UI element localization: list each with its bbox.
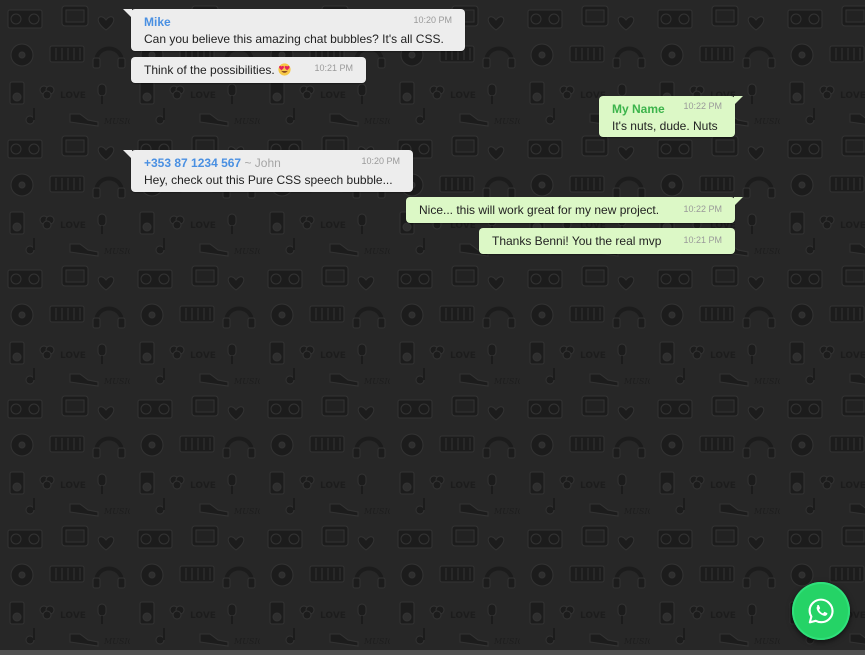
- message-text: Nice... this will work great for my new …: [419, 203, 660, 217]
- smiling-face-with-heart-eyes-icon: [278, 63, 291, 76]
- message-time: 10:21 PM: [683, 235, 722, 245]
- message-text: It's nuts, dude. Nuts: [612, 119, 718, 133]
- bottom-edge: [0, 650, 865, 655]
- message-time: 10:21 PM: [314, 63, 353, 73]
- sender-phone-number: +353 87 1234 567: [144, 156, 242, 170]
- message-text: Hey, check out this Pure CSS speech bubb…: [144, 173, 393, 187]
- message-bubble-incoming[interactable]: +353 87 1234 567 ~ John Hey, check out t…: [123, 150, 413, 192]
- message-bubble-incoming[interactable]: Think of the possibilities. 10:21 PM: [131, 57, 366, 83]
- whatsapp-icon: [808, 598, 834, 624]
- message-text: Thanks Benni! You the real mvp: [492, 234, 662, 248]
- message-bubble-outgoing[interactable]: My Name It's nuts, dude. Nuts 10:22 PM: [599, 96, 743, 137]
- message-bubble-outgoing[interactable]: Thanks Benni! You the real mvp 10:21 PM: [479, 228, 735, 254]
- message-time: 10:22 PM: [683, 101, 722, 111]
- bubble-tail: [123, 150, 132, 159]
- sender-name: Mike: [144, 15, 171, 29]
- message-time: 10:20 PM: [361, 156, 400, 166]
- whatsapp-button[interactable]: [792, 582, 850, 640]
- bubble-tail: [734, 96, 743, 105]
- message-bubble-incoming[interactable]: Mike Can you believe this amazing chat b…: [123, 9, 465, 51]
- message-text: Can you believe this amazing chat bubble…: [144, 32, 444, 46]
- message-text: Think of the possibilities.: [144, 62, 291, 78]
- bubble-tail: [734, 197, 743, 206]
- message-time: 10:22 PM: [683, 204, 722, 214]
- message-bubble-outgoing[interactable]: Nice... this will work great for my new …: [406, 197, 743, 223]
- bubble-tail: [123, 9, 132, 18]
- message-time: 10:20 PM: [413, 15, 452, 25]
- sender-alias: ~ John: [241, 156, 281, 170]
- message-text-content: Think of the possibilities.: [144, 63, 275, 77]
